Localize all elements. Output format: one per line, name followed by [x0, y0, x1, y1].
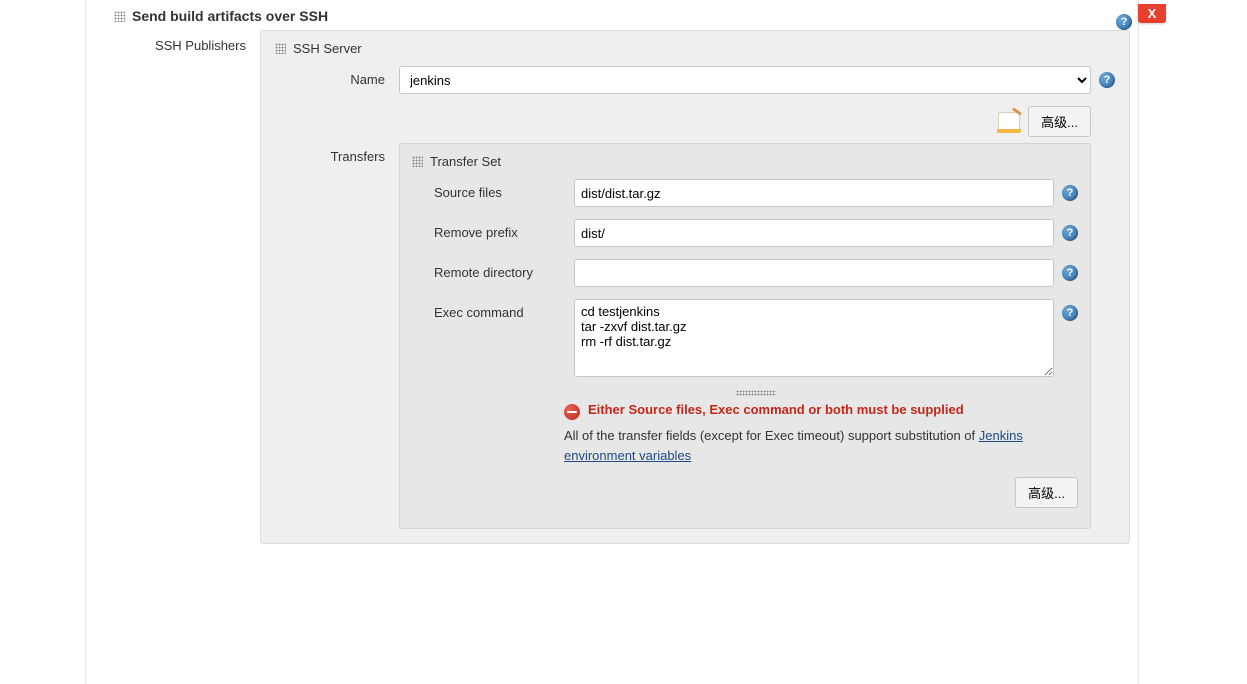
advanced-button[interactable]: 高级...: [1028, 106, 1091, 137]
transfers-label: Transfers: [275, 143, 399, 164]
ssh-publishers-label: SSH Publishers: [114, 30, 260, 53]
right-gutter: [1138, 0, 1247, 684]
remote-directory-label: Remote directory: [434, 259, 574, 280]
help-icon[interactable]: ?: [1062, 265, 1078, 281]
drag-handle-icon[interactable]: [412, 156, 423, 167]
remove-prefix-label: Remove prefix: [434, 219, 574, 240]
hint-text: All of the transfer fields (except for E…: [564, 426, 1078, 465]
remote-directory-input[interactable]: [574, 259, 1054, 287]
notepad-icon[interactable]: [998, 112, 1020, 132]
transfer-set-title: Transfer Set: [430, 154, 501, 169]
drag-handle-icon[interactable]: [114, 11, 125, 22]
help-icon[interactable]: ?: [1062, 305, 1078, 321]
transfers-panel: Transfer Set Source files ?: [399, 143, 1091, 529]
validation-message: Either Source files, Exec command or bot…: [564, 402, 1078, 420]
exec-command-label: Exec command: [434, 299, 574, 320]
ssh-server-name-select[interactable]: jenkins: [399, 66, 1091, 94]
help-icon[interactable]: ?: [1062, 225, 1078, 241]
left-gutter: [0, 0, 86, 684]
help-icon[interactable]: ?: [1062, 185, 1078, 201]
help-icon[interactable]: ?: [1099, 72, 1115, 88]
section-title: Send build artifacts over SSH: [132, 8, 328, 24]
source-files-label: Source files: [434, 179, 574, 200]
ssh-name-label: Name: [275, 66, 399, 87]
close-button[interactable]: X: [1138, 4, 1166, 23]
source-files-input[interactable]: [574, 179, 1054, 207]
help-icon[interactable]: ?: [1116, 14, 1132, 30]
section-send-artifacts-ssh: Send build artifacts over SSH ? SSH Publ…: [86, 0, 1138, 544]
exec-command-textarea[interactable]: [574, 299, 1054, 377]
main-column: X Send build artifacts over SSH ? SSH Pu…: [86, 0, 1138, 684]
advanced-button[interactable]: 高级...: [1015, 477, 1078, 508]
remove-prefix-input[interactable]: [574, 219, 1054, 247]
error-icon: [564, 404, 580, 420]
drag-handle-icon[interactable]: [275, 43, 286, 54]
resize-handle-icon[interactable]: [736, 390, 776, 396]
ssh-publisher-panel: SSH Server Name jenkins ?: [260, 30, 1130, 544]
ssh-server-title: SSH Server: [293, 41, 362, 56]
